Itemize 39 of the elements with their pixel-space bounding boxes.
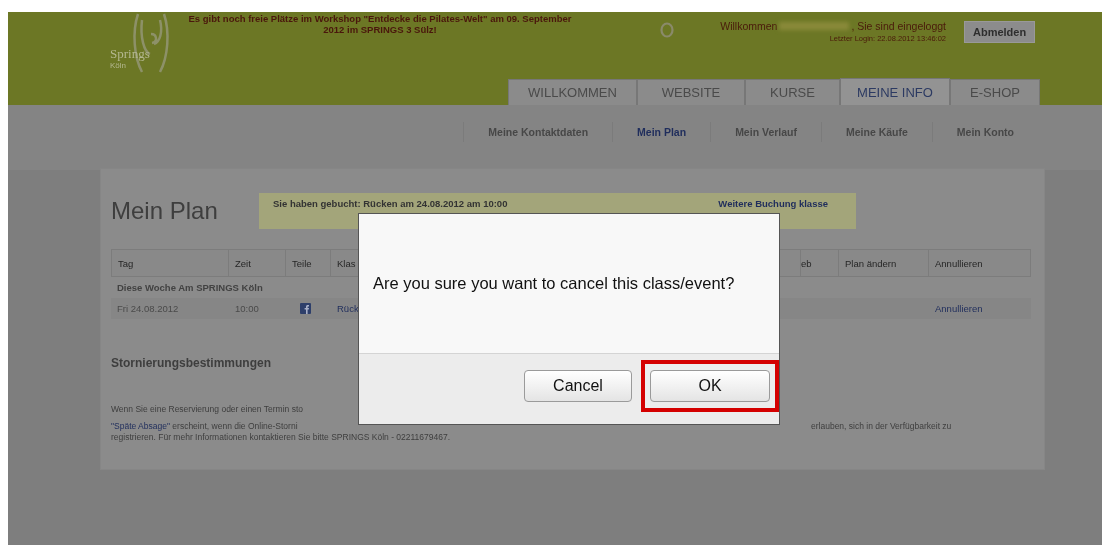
policy-text: erlauben, sich in der Verfügbarkeit zu [811,421,952,432]
class-link[interactable]: Rück [337,303,359,314]
nav-tab[interactable]: E-SHOP [950,79,1040,105]
policy-text: "Späte Absage" erscheint, wenn die Online-Storni [111,421,299,432]
nav-tab[interactable]: WILLKOMMEN [508,79,637,105]
dialog-button[interactable]: OK [650,370,770,402]
logout-button[interactable]: Abmelden [964,21,1036,43]
nav-tab[interactable]: KURSE [745,79,840,105]
table-cell: Fri 24.08.2012 [117,303,179,314]
welcome-text: Willkommen [720,20,778,32]
subnav-link[interactable]: Meine Käufe [821,122,932,142]
notice-text: Sie haben gebucht: Rücken am 24.08.2012 am 10:00 [273,198,508,209]
page-title: Mein Plan [111,197,219,225]
column-header: Plan ändern [839,249,929,277]
column-header: Teile [286,249,331,277]
nav-tab[interactable]: WEBSITE [637,79,745,105]
column-header: Zeit [229,249,286,277]
facebook-icon[interactable] [300,303,311,314]
late-cancel-link[interactable]: "Späte Absage" [111,421,170,431]
column-header: eb [801,249,839,277]
subnav-link[interactable]: Mein Plan [612,122,711,142]
logo-city-text: Köln [110,61,127,70]
policy-text: registrieren. Für mehr Informationen kontaktieren Sie bitte SPRINGS Köln - 02211679467. [111,432,452,443]
cancel-link[interactable]: Annullieren [935,303,983,314]
policy-text: Wenn Sie eine Reservierung oder einen Termin sto [111,404,304,415]
nav-tab[interactable]: MEINE INFO [840,78,950,105]
group-row-text: Diese Woche Am SPRINGS Köln [117,282,263,293]
loading-ring-icon [660,22,674,38]
subnav-link[interactable]: Meine Kontaktdaten [463,122,613,142]
column-header: Tag [111,249,229,277]
login-status-text: , Sie sind eingeloggt [851,20,946,32]
booking-link[interactable]: Weitere Buchung klasse [718,198,828,209]
subnav-link[interactable]: Mein Verlauf [710,122,821,142]
column-header: Annullieren [929,249,1031,277]
blurred-name-mark [779,22,850,30]
announcement-text: Es gibt noch freie Plätze im Workshop "Entdecke die Pilates-Welt" am 09. September 2012 im SPRINGS 3 Sülz! [187,13,573,35]
section-heading: Stornierungsbestimmungen [111,356,272,370]
dialog-button[interactable]: Cancel [524,370,632,402]
subnav-link[interactable]: Mein Konto [931,122,1038,142]
